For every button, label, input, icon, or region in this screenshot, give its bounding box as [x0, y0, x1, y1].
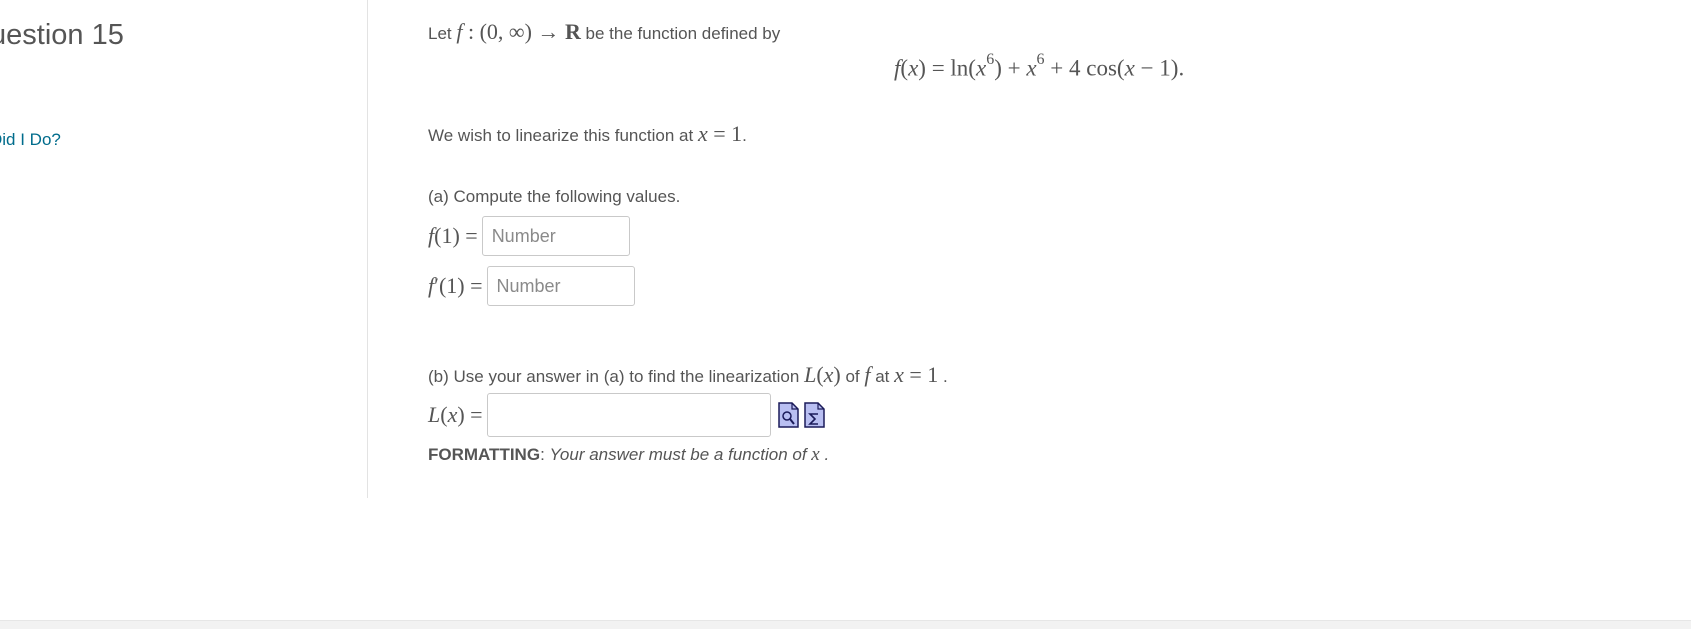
- equation-editor-icon[interactable]: [803, 402, 825, 428]
- fprime1-label: f′(1) =: [428, 273, 483, 298]
- formatting-end: .: [819, 445, 830, 464]
- lx-label: L(x) =: [428, 402, 483, 427]
- part-b-point: x = 1: [894, 362, 939, 387]
- question-sidebar: uestion 15 t Did I Do?: [0, 0, 368, 498]
- linearize-text: We wish to linearize this function at x …: [428, 121, 747, 147]
- lx-input[interactable]: [486, 393, 771, 437]
- intro-before: Let: [428, 24, 457, 43]
- f1-input[interactable]: [481, 216, 630, 256]
- lx-row: L(x) =: [428, 393, 825, 437]
- intro-text: Let f : (0, ∞) → R be the function defin…: [428, 19, 780, 45]
- part-a-prompt: (a) Compute the following values.: [428, 187, 681, 206]
- footer-bar: [0, 620, 1691, 629]
- linearize-after: .: [742, 126, 747, 145]
- domain-expression: f : (0, ∞) → R: [456, 19, 581, 44]
- part-b-prompt: (b) Use your answer in (a) to find the l…: [428, 362, 948, 388]
- f1-label: f(1) =: [428, 223, 478, 248]
- f1-row: f(1) =: [428, 216, 630, 256]
- question-content: Let f : (0, ∞) → R be the function defin…: [428, 0, 1628, 498]
- fprime1-input[interactable]: [486, 266, 635, 306]
- preview-icon[interactable]: [777, 402, 799, 428]
- question-title: uestion 15: [0, 19, 124, 51]
- linearize-point: x = 1: [697, 121, 743, 146]
- part-b-after: .: [938, 367, 948, 386]
- linearization-symbol: L(x): [804, 362, 841, 387]
- how-did-i-do-link[interactable]: Did I Do?: [0, 130, 61, 150]
- question-page: uestion 15 t Did I Do? Let f : (0, ∞) → …: [0, 0, 1691, 629]
- part-b-mid1: of: [840, 367, 865, 386]
- fprime1-row: f′(1) =: [428, 266, 635, 306]
- part-b-before: (b) Use your answer in (a) to find the l…: [428, 367, 805, 386]
- part-b-mid2: at: [870, 367, 895, 386]
- intro-after: be the function defined by: [580, 24, 781, 43]
- formatting-variable: x: [811, 444, 820, 465]
- linearize-before: We wish to linearize this function at: [428, 126, 698, 145]
- formatting-label: FORMATTING: [428, 445, 541, 464]
- formatting-text: Your answer must be a function of: [549, 445, 812, 464]
- formatting-note: FORMATTING: Your answer must be a functi…: [428, 444, 829, 466]
- formatting-separator: :: [540, 445, 550, 464]
- function-equation: f(x) = ln(x6) + x6 + 4 cos(x − 1).: [894, 51, 1185, 81]
